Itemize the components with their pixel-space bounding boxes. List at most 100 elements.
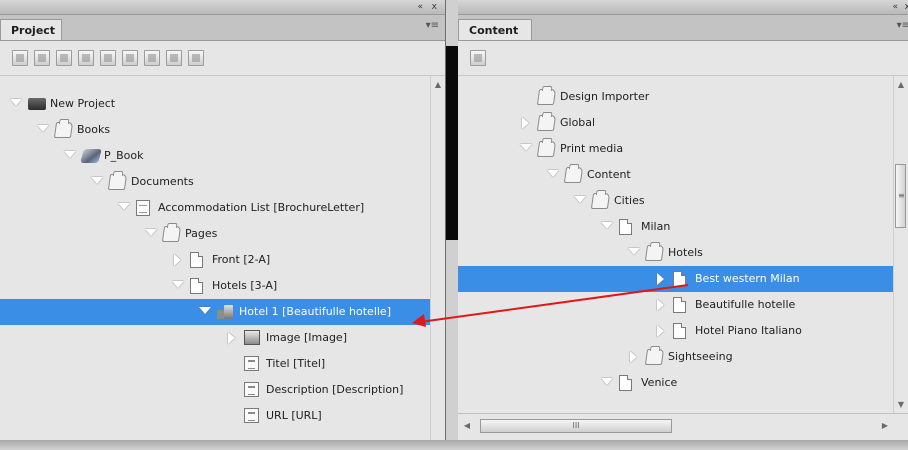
save-icon[interactable] <box>34 50 50 66</box>
tree-row[interactable]: Front [2-A] <box>0 247 431 273</box>
tree-row[interactable]: Image [Image] <box>0 325 431 351</box>
expand-open-icon[interactable] <box>574 196 585 206</box>
refresh-icon[interactable] <box>470 50 486 66</box>
tab-content[interactable]: Content <box>458 19 532 40</box>
expand-open-icon[interactable] <box>520 144 531 154</box>
folder-icon <box>590 193 611 209</box>
scroll-left-icon[interactable]: ◀ <box>460 419 474 433</box>
expand-open-icon[interactable] <box>37 125 48 135</box>
folder-icon <box>563 167 584 183</box>
expand-closed-icon[interactable] <box>628 352 639 362</box>
expand-open-icon[interactable] <box>628 248 639 258</box>
tree-row[interactable]: Pages <box>0 221 431 247</box>
tree-row[interactable]: Hotel Piano Italiano <box>458 318 894 344</box>
new-icon[interactable] <box>12 50 28 66</box>
expand-open-icon[interactable] <box>172 281 183 291</box>
expand-open-icon[interactable] <box>199 307 210 317</box>
delete-icon[interactable] <box>122 50 138 66</box>
tree-row[interactable]: URL [URL] <box>0 403 431 429</box>
tree-row[interactable]: Documents <box>0 169 431 195</box>
expand-open-icon[interactable] <box>118 203 129 213</box>
tree-row[interactable]: Accommodation List [BrochureLetter] <box>0 195 431 221</box>
expand-closed-icon[interactable] <box>655 326 666 336</box>
tree-row[interactable]: Hotels [3-A] <box>0 273 431 299</box>
tree-row[interactable]: Cities <box>458 188 894 214</box>
scroll-down-icon[interactable]: ▼ <box>894 398 908 412</box>
expand-open-icon[interactable] <box>10 99 21 109</box>
tree-row[interactable]: Venice <box>458 370 894 396</box>
content-toolbar <box>458 41 908 76</box>
content-panel: « x Content ▾≡ Design Importer Global Prin… <box>458 0 908 440</box>
collapse-icon[interactable]: « <box>417 0 423 14</box>
folder-icon <box>53 122 74 138</box>
expand-open-icon[interactable] <box>64 151 75 161</box>
tree-row[interactable]: Print media <box>458 136 894 162</box>
expand-closed-icon[interactable] <box>655 274 666 284</box>
tree-item-label: Milan <box>641 220 671 233</box>
expand-open-icon[interactable] <box>601 222 612 232</box>
vertical-scrollbar[interactable]: ▲ ≡ ▼ <box>893 76 908 414</box>
tree-item-label: Hotels <box>668 246 703 259</box>
scroll-right-icon[interactable]: ▶ <box>878 419 892 433</box>
field-icon <box>244 408 259 423</box>
close-icon[interactable]: x <box>432 0 437 14</box>
add-icon[interactable] <box>78 50 94 66</box>
folder-icon <box>107 174 128 190</box>
panel-menu-icon[interactable]: ▾≡ <box>426 20 439 31</box>
expand-closed-icon[interactable] <box>172 255 183 265</box>
scroll-thumb[interactable]: ≡ <box>895 164 906 228</box>
horizontal-scrollbar[interactable]: ◀ III ▶ <box>458 413 908 440</box>
expand-closed-icon[interactable] <box>226 333 237 343</box>
tree-row[interactable]: Sightseeing <box>458 344 894 370</box>
expand-closed-icon[interactable] <box>655 300 666 310</box>
expand-open-icon[interactable] <box>601 378 612 388</box>
edit-icon[interactable] <box>56 50 72 66</box>
tree-item-label: Hotel 1 [Beautifulle hotelle] <box>239 305 391 318</box>
tree-row[interactable]: P_Book <box>0 143 431 169</box>
panel-splitter[interactable] <box>446 0 458 440</box>
tree-item-label: Cities <box>614 194 645 207</box>
content-tree: Design Importer Global Print media Content C… <box>458 76 894 414</box>
tab-project[interactable]: Project <box>0 19 62 40</box>
tree-row-selected[interactable]: Hotel 1 [Beautifulle hotelle] <box>0 299 431 325</box>
tree-row[interactable]: Titel [Titel] <box>0 351 431 377</box>
project-toolbar <box>0 41 445 76</box>
horizontal-scroll-thumb[interactable]: III <box>480 419 672 433</box>
expand-closed-icon[interactable] <box>520 118 531 128</box>
field-icon <box>244 382 259 397</box>
tree-row[interactable]: Design Importer <box>458 84 894 110</box>
project-tree: New Project Books P_Book Documents Accommoda… <box>0 76 431 440</box>
refresh-icon[interactable] <box>188 50 204 66</box>
blank-icon[interactable] <box>144 50 160 66</box>
tree-row[interactable]: Books <box>0 117 431 143</box>
scroll-up-icon[interactable]: ▲ <box>431 78 445 92</box>
tree-row[interactable]: Description [Description] <box>0 377 431 403</box>
panel-top-strip: « x <box>0 0 445 15</box>
duplicate-icon[interactable] <box>100 50 116 66</box>
tree-row-selected[interactable]: Best western Milan <box>458 266 894 292</box>
expand-open-icon[interactable] <box>91 177 102 187</box>
expand-open-icon[interactable] <box>145 229 156 239</box>
tree-item-label: Accommodation List [BrochureLetter] <box>158 201 365 214</box>
collapse-icon[interactable]: « <box>892 0 898 14</box>
hotel-icon <box>217 304 235 320</box>
tree-row[interactable]: Milan <box>458 214 894 240</box>
doc-icon <box>136 200 150 216</box>
vertical-scrollbar[interactable]: ▲ <box>430 76 445 440</box>
panel-menu-icon[interactable]: ▾≡ <box>897 20 908 31</box>
tree-item-label: Design Importer <box>560 90 650 103</box>
layout-icon[interactable] <box>166 50 182 66</box>
image-icon <box>244 330 260 345</box>
tree-row[interactable]: Global <box>458 110 894 136</box>
scroll-up-icon[interactable]: ▲ <box>894 78 908 92</box>
folder-icon <box>644 349 665 365</box>
tree-item-label: Print media <box>560 142 624 155</box>
tree-row[interactable]: Beautifulle hotelle <box>458 292 894 318</box>
tree-row[interactable]: New Project <box>0 91 431 117</box>
field-icon <box>244 356 259 371</box>
tree-row[interactable]: Content <box>458 162 894 188</box>
tab-bar: Project ▾≡ <box>0 15 445 41</box>
tree-item-label: Books <box>77 123 111 136</box>
expand-open-icon[interactable] <box>547 170 558 180</box>
tree-row[interactable]: Hotels <box>458 240 894 266</box>
